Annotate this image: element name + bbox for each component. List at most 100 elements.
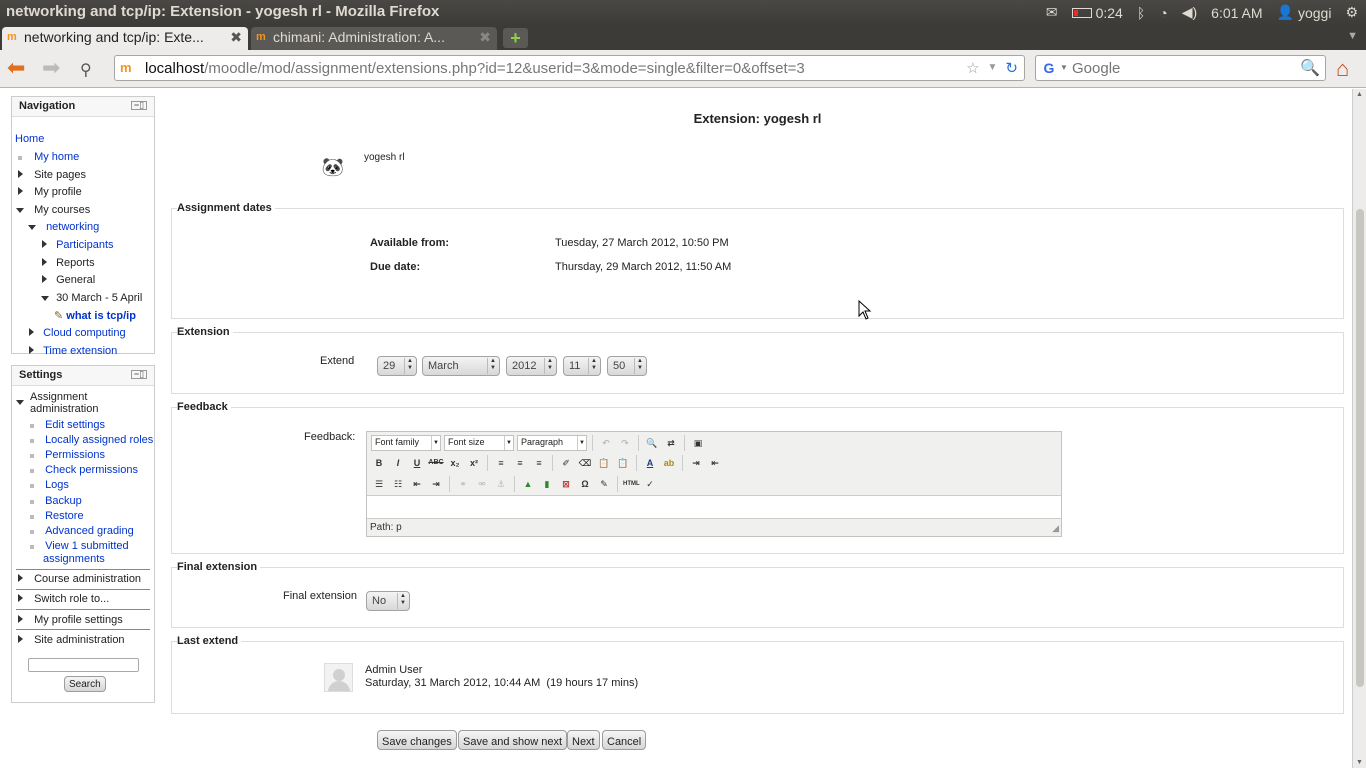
user-menu[interactable]: 👤 yoggi (1277, 4, 1332, 21)
collapse-arrow-icon[interactable] (16, 400, 24, 405)
align-right-icon[interactable]: ≡ (531, 455, 547, 471)
power-icon[interactable]: ⚙ (1345, 4, 1358, 21)
underline-icon[interactable]: U (409, 455, 425, 471)
paste-text-icon[interactable]: 📋 (596, 455, 612, 471)
nav-course-networking[interactable]: networking (46, 221, 99, 233)
nav-cloud-computing[interactable]: Cloud computing (43, 327, 126, 339)
expand-arrow-icon[interactable] (18, 170, 23, 178)
advanced-grading-link[interactable]: Advanced grading (45, 525, 134, 537)
resize-grip-icon[interactable]: ◢ (1052, 523, 1059, 534)
cancel-button[interactable]: Cancel (602, 730, 647, 750)
clock[interactable]: 6:01 AM (1211, 5, 1262, 21)
forward-arrow-icon[interactable]: ➡ (42, 57, 60, 79)
unlink-icon[interactable]: ⚮ (474, 476, 490, 492)
nav-my-home[interactable]: My home (34, 151, 79, 163)
tab-list-arrow-icon[interactable]: ▼ (1347, 30, 1358, 42)
close-tab-icon[interactable]: ✖ (479, 29, 491, 46)
google-engine-icon[interactable]: G (1040, 59, 1058, 77)
battery-icon[interactable]: 0:24 (1071, 5, 1123, 21)
align-center-icon[interactable]: ≡ (512, 455, 528, 471)
edit-icon[interactable]: ✎ (596, 476, 612, 492)
assignment-admin-label-1[interactable]: Assignment (30, 391, 87, 403)
restore-link[interactable]: Restore (45, 510, 84, 522)
close-tab-icon[interactable]: ✖ (230, 29, 242, 46)
save-and-next-button[interactable]: Save and show next (458, 730, 568, 750)
local-roles-link[interactable]: Locally assigned roles (45, 434, 153, 446)
expand-arrow-icon[interactable] (42, 240, 47, 248)
expand-arrow-icon[interactable] (42, 275, 47, 283)
outdent-icon[interactable]: ⇤ (409, 476, 425, 492)
ltr-icon[interactable]: ⇥ (688, 455, 704, 471)
bullet-list-icon[interactable]: ☰ (371, 476, 387, 492)
save-changes-button[interactable]: Save changes (377, 730, 457, 750)
check-permissions-link[interactable]: Check permissions (45, 464, 138, 476)
nav-activity[interactable]: what is tcp/ip (66, 310, 136, 322)
collapse-arrow-icon[interactable] (41, 296, 49, 301)
font-size-select[interactable]: Font size ▼ (444, 435, 514, 451)
special-char-icon[interactable]: Ω (577, 476, 593, 492)
anchor-icon[interactable]: ⚓ (493, 476, 509, 492)
feedback-textarea[interactable] (367, 495, 1061, 519)
next-button[interactable]: Next (567, 730, 600, 750)
extend-month-select[interactable]: March ▲ ▼ (422, 356, 500, 376)
expand-arrow-icon[interactable] (18, 635, 23, 643)
undo-icon[interactable]: ↶ (598, 435, 614, 451)
italic-icon[interactable]: I (390, 455, 406, 471)
logs-link[interactable]: Logs (45, 479, 69, 491)
bold-icon[interactable]: B (371, 455, 387, 471)
nav-general[interactable]: General (56, 274, 95, 286)
nav-home[interactable]: Home (15, 133, 44, 145)
bluetooth-icon[interactable]: ᛒ (1137, 5, 1145, 21)
text-color-icon[interactable]: A (642, 455, 658, 471)
nav-reports[interactable]: Reports (56, 257, 95, 269)
search-icon[interactable]: 🔍 (1300, 58, 1320, 78)
profile-settings-item[interactable]: My profile settings (34, 614, 123, 626)
mail-icon[interactable]: ✉ (1046, 4, 1058, 21)
fullscreen-icon[interactable]: ▣ (690, 435, 706, 451)
nav-my-courses[interactable]: My courses (34, 204, 90, 216)
final-extension-select[interactable]: No ▲ ▼ (366, 591, 410, 611)
numbered-list-icon[interactable]: ☷ (390, 476, 406, 492)
strikethrough-icon[interactable]: ABC (428, 455, 444, 471)
expand-arrow-icon[interactable] (42, 258, 47, 266)
site-admin-item[interactable]: Site administration (34, 634, 125, 646)
home-icon[interactable]: ⌂ (1336, 56, 1349, 82)
expand-arrow-icon[interactable] (18, 574, 23, 582)
extend-hour-select[interactable]: 11 ▲ ▼ (563, 356, 601, 376)
switch-role-item[interactable]: Switch role to... (34, 593, 109, 605)
rtl-icon[interactable]: ⇤ (707, 455, 723, 471)
assignment-admin-label-2[interactable]: administration (30, 403, 98, 415)
bookmark-star-icon[interactable]: ☆ (966, 59, 979, 77)
nolink-icon[interactable]: ⊠ (558, 476, 574, 492)
expand-arrow-icon[interactable] (18, 615, 23, 623)
reload-icon[interactable]: ↻ (1005, 59, 1018, 77)
link-icon[interactable]: ⚭ (455, 476, 471, 492)
extend-day-select[interactable]: 29 ▲ ▼ (377, 356, 417, 376)
user-avatar[interactable]: 🐼 (321, 155, 345, 179)
course-admin-item[interactable]: Course administration (34, 573, 141, 585)
nav-week[interactable]: 30 March - 5 April (56, 292, 142, 304)
url-bar[interactable]: m localhost/moodle/mod/assignment/extens… (114, 55, 1025, 81)
scrollbar-thumb[interactable] (1356, 209, 1364, 687)
settings-search-button[interactable]: Search (64, 676, 106, 692)
view-submissions-link-2[interactable]: assignments (43, 553, 105, 565)
tab-extension[interactable]: m networking and tcp/ip: Exte... ✖ (2, 27, 248, 50)
superscript-icon[interactable]: x² (466, 455, 482, 471)
format-select[interactable]: Paragraph ▼ (517, 435, 587, 451)
expand-arrow-icon[interactable] (29, 346, 34, 354)
edit-settings-link[interactable]: Edit settings (45, 419, 105, 431)
vertical-scrollbar[interactable]: ▲ ▼ (1352, 89, 1366, 768)
indent-icon[interactable]: ⇥ (428, 476, 444, 492)
view-submissions-link[interactable]: View 1 submitted (45, 540, 129, 552)
redo-icon[interactable]: ↷ (617, 435, 633, 451)
backup-link[interactable]: Backup (45, 495, 82, 507)
align-left-icon[interactable]: ≡ (493, 455, 509, 471)
extend-minute-select[interactable]: 50 ▲ ▼ (607, 356, 647, 376)
expand-arrow-icon[interactable] (29, 328, 34, 336)
expand-arrow-icon[interactable] (18, 187, 23, 195)
scroll-up-icon[interactable]: ▲ (1356, 91, 1363, 98)
highlight-color-icon[interactable]: ab (661, 455, 677, 471)
nav-participants[interactable]: Participants (56, 239, 113, 251)
subscript-icon[interactable]: x₂ (447, 455, 463, 471)
site-identity-icon[interactable]: m (120, 60, 132, 75)
